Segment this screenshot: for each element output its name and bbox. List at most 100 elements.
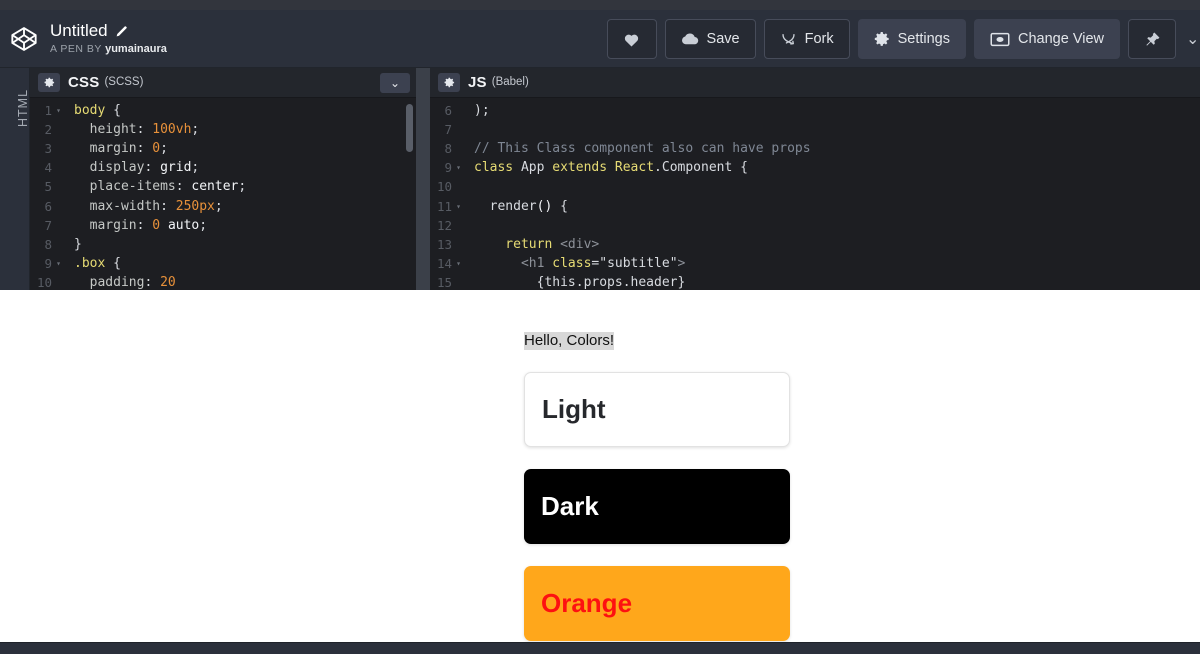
code-line: 6 max-width: 250px;: [30, 197, 416, 216]
js-settings-gear-icon[interactable]: [438, 72, 460, 92]
code-token: .box: [74, 256, 114, 272]
code-line-text: render() {: [464, 197, 568, 216]
color-box-orange: Orange: [524, 566, 790, 641]
pencil-icon[interactable]: [115, 25, 128, 38]
css-scrollbar-thumb[interactable]: [406, 104, 413, 152]
color-box-light: Light: [524, 372, 790, 447]
code-token: margin: [74, 141, 137, 156]
fold-arrow-icon[interactable]: ▾: [455, 197, 462, 216]
editors-row: HTML CSS (SCSS) ⌄ 1 ▾ body {2 height: 100v…: [0, 68, 1200, 290]
code-token: App: [520, 160, 553, 176]
code-line: 13 return <div>: [430, 235, 1200, 254]
bottom-status-bar: [0, 642, 1200, 654]
fork-button[interactable]: Fork: [763, 19, 850, 59]
line-number: 15: [436, 275, 452, 290]
code-token: 0: [152, 217, 168, 233]
line-number: 7: [444, 121, 452, 137]
code-line: 1 ▾ body {: [30, 101, 416, 120]
code-token: :: [136, 217, 153, 233]
code-line: 9 ▾ class App extends React.Component {: [430, 158, 1200, 177]
html-pane-collapsed-rail[interactable]: HTML: [0, 68, 30, 290]
html-rail-label: HTML: [16, 88, 30, 128]
fold-arrow-icon[interactable]: ▾: [455, 254, 462, 273]
code-token: {: [113, 256, 121, 272]
code-token: :: [144, 160, 161, 176]
editor-pane-divider[interactable]: [416, 68, 430, 290]
code-line: 7 margin: 0 auto;: [30, 216, 416, 235]
fold-arrow-icon[interactable]: ▾: [55, 254, 62, 273]
code-token: auto: [167, 217, 200, 233]
css-pane-language: CSS: [68, 73, 100, 91]
code-token: {this.props.header}: [474, 275, 686, 290]
top-strip: [0, 0, 1200, 10]
code-line: 10 padding: 20: [30, 273, 416, 290]
pin-button[interactable]: [1128, 19, 1176, 59]
code-token: 250px: [175, 198, 215, 214]
line-number: 8: [44, 236, 52, 252]
preview-stage: Hello, Colors! Light Dark Orange: [524, 290, 790, 641]
code-token: body: [74, 102, 114, 118]
line-number: 5: [44, 179, 52, 195]
code-token: >: [677, 256, 686, 272]
save-button[interactable]: Save: [664, 19, 756, 59]
code-line: 4 display: grid;: [30, 158, 416, 177]
code-token: margin: [74, 217, 137, 233]
code-line: 6);: [430, 101, 1200, 120]
code-token: :: [160, 198, 176, 214]
code-token: render: [474, 198, 537, 214]
save-button-label: Save: [706, 31, 740, 47]
line-number: 9 ▾: [430, 158, 464, 177]
js-editor-pane: JS (Babel) 6); 7 8// This Class component …: [430, 68, 1200, 290]
code-token: padding: [74, 275, 145, 290]
preview-box-list: Light Dark Orange: [524, 350, 790, 641]
code-line-text: // This Class component also can have pr…: [464, 139, 811, 158]
color-box-label: Dark: [541, 491, 599, 521]
byline-prefix: A PEN BY: [50, 43, 102, 55]
code-token: class: [552, 256, 592, 272]
css-editor-pane: CSS (SCSS) ⌄ 1 ▾ body {2 height: 100vh; 3 m…: [30, 68, 416, 290]
header-overflow-chevron-down-icon[interactable]: ⌄: [1186, 29, 1200, 49]
code-token: 100vh: [152, 121, 192, 137]
code-token: ;: [238, 179, 247, 195]
change-view-button[interactable]: Change View: [974, 19, 1120, 59]
fork-icon: [780, 32, 797, 47]
code-token: class: [474, 160, 521, 176]
css-code-area[interactable]: 1 ▾ body {2 height: 100vh; 3 margin: 0; 4 di…: [30, 98, 416, 290]
change-view-button-label: Change View: [1018, 31, 1104, 47]
code-line: 8 // This Class component also can have p…: [430, 139, 1200, 158]
codepen-logo-icon[interactable]: [0, 10, 48, 68]
code-token: display: [74, 160, 145, 176]
line-number: 1 ▾: [30, 101, 64, 120]
fold-arrow-icon[interactable]: ▾: [455, 158, 462, 177]
line-number: 10: [436, 179, 452, 195]
js-pane-preprocessor: (Babel): [491, 76, 529, 89]
line-number: 8: [444, 141, 452, 156]
line-number: 6: [444, 102, 452, 118]
heart-icon: [623, 32, 640, 47]
code-line-text: body {: [64, 101, 121, 120]
js-code-area[interactable]: 6); 7 8 // This Class component also can ha…: [430, 98, 1200, 290]
preview-iframe[interactable]: Hello, Colors! Light Dark Orange: [0, 290, 1200, 642]
code-token: grid: [160, 160, 192, 176]
settings-button[interactable]: Settings: [857, 19, 966, 59]
line-number: 3: [44, 141, 52, 156]
code-line: 11 ▾ render() {: [430, 197, 1200, 216]
code-line-text: display: grid;: [64, 158, 200, 177]
code-line: 12: [430, 216, 1200, 235]
pen-author[interactable]: yumainaura: [105, 43, 167, 55]
code-line-text: margin: 0;: [64, 139, 168, 158]
css-settings-gear-icon[interactable]: [38, 72, 60, 92]
code-token: 0: [152, 141, 161, 156]
code-line-text: }: [64, 235, 82, 254]
fold-arrow-icon[interactable]: ▾: [55, 101, 62, 120]
pin-icon: [1144, 31, 1161, 48]
cloud-icon: [681, 32, 699, 46]
line-number: 12: [436, 217, 452, 233]
fork-button-label: Fork: [804, 31, 834, 47]
code-line: 9 ▾ .box {: [30, 254, 416, 273]
line-number: 9 ▾: [30, 254, 64, 273]
love-button[interactable]: [606, 19, 657, 59]
css-pane-chevron-down-icon[interactable]: ⌄: [380, 73, 410, 93]
code-token: React: [614, 160, 655, 176]
gear-icon: [874, 31, 890, 47]
